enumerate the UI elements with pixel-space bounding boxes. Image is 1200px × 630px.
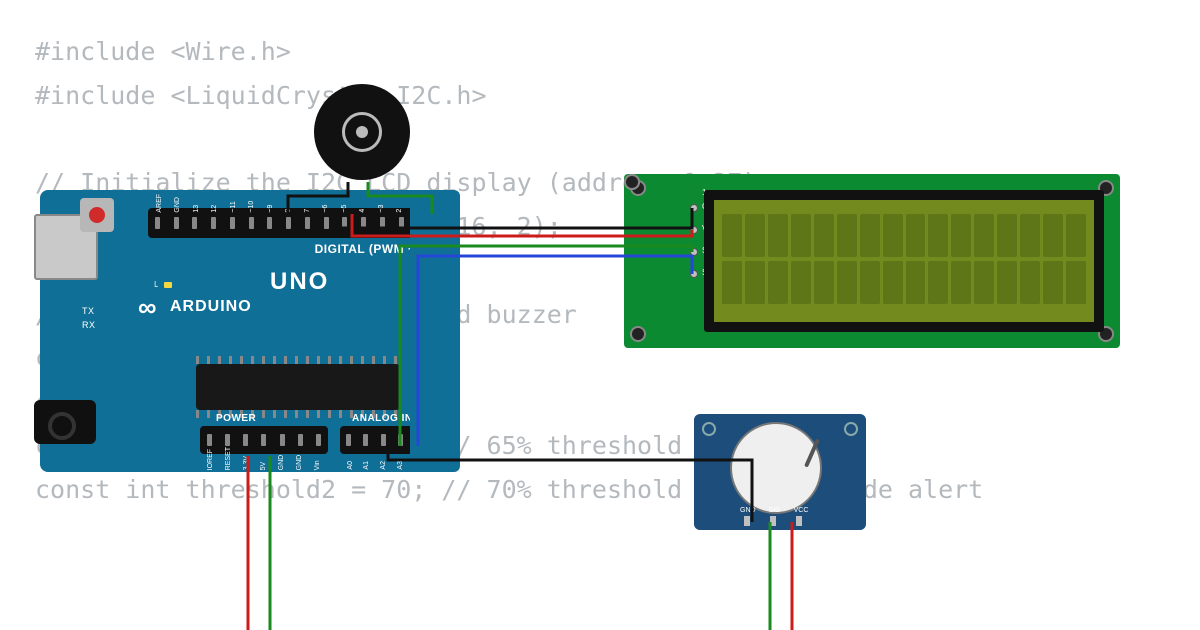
buzzer-hole-icon [356, 126, 368, 138]
silk-arduino: ARDUINO [170, 298, 252, 316]
silk-digital: DIGITAL (PWM ~) [315, 242, 420, 256]
l-label: L [154, 279, 158, 290]
analog-pin-labels: A0A1A2A3A4A5 [342, 461, 442, 470]
barrel-jack [34, 400, 96, 444]
lcd-screen [714, 200, 1094, 322]
silk-tx: TX [82, 306, 95, 316]
atmega-chip [196, 364, 400, 410]
lcd-pin-header[interactable] [690, 204, 698, 278]
l-led [164, 282, 172, 288]
reset-button[interactable] [80, 198, 114, 232]
sensor-knob[interactable] [730, 422, 822, 514]
analog-pin-header[interactable] [340, 426, 444, 454]
silk-uno: UNO [270, 268, 329, 296]
piezo-buzzer[interactable] [314, 84, 410, 180]
lcd-row-0 [722, 214, 1086, 257]
sensor-pin-header[interactable] [744, 516, 802, 526]
lcd-bezel [704, 190, 1104, 332]
silk-power: POWER [216, 413, 256, 424]
sensor-pin-labels: GND SIG VCC [740, 507, 808, 514]
power-pin-labels: IOREFRESET3.3V5VGNDGNDVin [202, 447, 326, 470]
silk-rx: RX [82, 320, 96, 330]
digital-pin-labels: AREFGND1312~11~10~987~6~54~32TX→1RX←0 [150, 192, 446, 213]
silk-analog: ANALOG IN [352, 413, 413, 424]
lcd-row-1 [722, 261, 1086, 304]
arduino-uno-board[interactable]: AREFGND1312~11~10~987~6~54~32TX→1RX←0 IO… [40, 190, 460, 472]
lcd-i2c-module[interactable]: 1 GND VCC SDA SCL [624, 174, 1120, 348]
sensor-module[interactable]: GND SIG VCC [694, 414, 866, 530]
